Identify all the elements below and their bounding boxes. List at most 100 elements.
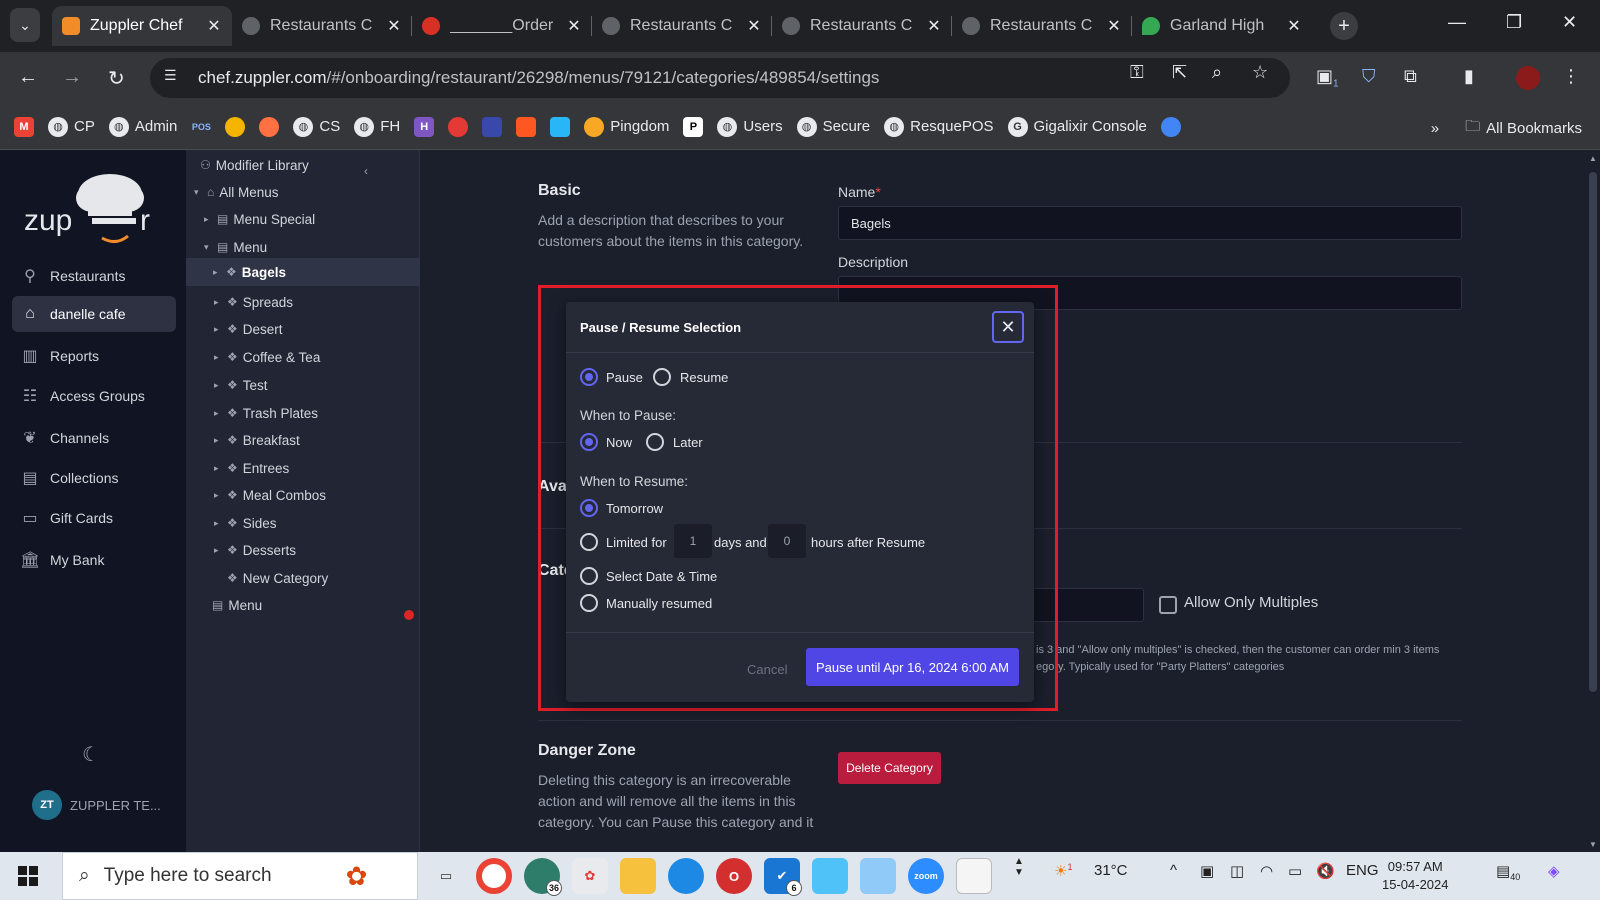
tree-item-modifier-library[interactable]: ⚇ Modifier Library [200,152,309,178]
zoom-icon[interactable]: ⌕ [1212,62,1222,83]
resume-radio[interactable] [653,368,671,386]
tree-item-coffee-tea[interactable]: ▸ ❖ Coffee & Tea [214,344,320,370]
close-icon[interactable]: ✕ [206,16,222,36]
caret-right-icon[interactable]: ▸ [214,380,222,391]
extension-badge-icon[interactable]: ▣1 [1316,66,1339,90]
sidebar-item-my-bank[interactable]: 🏛 My Bank [12,542,176,578]
name-input[interactable]: Bagels [838,206,1462,240]
shield-extension-icon[interactable]: ⛉ [1362,66,1376,87]
address-bar[interactable]: ☰ chef.zuppler.com/#/onboarding/restaura… [150,58,1290,98]
tree-item-breakfast[interactable]: ▸ ❖ Breakfast [214,427,300,453]
bookmark-app-8[interactable]: P [683,116,704,137]
scrollbar-thumb[interactable] [1589,172,1597,692]
tree-item-menu-special[interactable]: ▸ ▤ Menu Special [204,206,315,232]
tab-restaurants-4[interactable]: Restaurants C ✕ [952,6,1132,46]
sidebar-item-collections[interactable]: ▤ Collections [12,460,176,496]
caret-right-icon[interactable]: ▸ [214,490,222,501]
bookmark-cs[interactable]: ◍ CS [293,116,340,137]
tree-item-desert[interactable]: ▸ ❖ Desert [214,316,283,342]
caret-right-icon[interactable]: ▸ [214,352,222,363]
bookmark-app-3[interactable]: H [414,116,435,137]
caret-right-icon[interactable]: ▸ [214,324,222,335]
tab-restaurants-1[interactable]: Restaurants C ✕ [232,6,412,46]
resume-days-input[interactable]: 1 [674,524,712,558]
resume-select-date-radio[interactable] [580,567,598,585]
notifications-icon[interactable]: ▤40 [1496,862,1520,882]
close-icon[interactable]: ✕ [1286,16,1302,36]
bookmark-gmail[interactable]: M [14,116,34,137]
bookmark-app-6[interactable] [516,116,537,137]
weather-icon[interactable]: ☀1 [1054,862,1072,880]
collapse-panel-icon[interactable]: ‹ [364,164,368,178]
close-icon[interactable]: ✕ [386,16,402,36]
bookmark-assistant[interactable] [1160,116,1181,137]
bookmark-admin[interactable]: ◍ Admin [108,116,177,137]
site-info-icon[interactable]: ☰ [164,67,186,89]
app-icon[interactable] [812,858,848,894]
caret-right-icon[interactable]: ▸ [213,267,221,278]
bookmark-resquepos[interactable]: ◍ ResquePOS [884,116,994,137]
app-icon[interactable]: ✿ [572,858,608,894]
page-scrollbar[interactable]: ▲ ▼ [1586,150,1600,852]
bookmark-fh[interactable]: ◍ FH [354,116,400,137]
resume-tomorrow-radio[interactable] [580,499,598,517]
pause-later-radio[interactable] [646,433,664,451]
tree-item-spreads[interactable]: ▸ ❖ Spreads [214,289,293,315]
close-icon[interactable]: ✕ [566,16,582,36]
key-icon[interactable]: ⚿ [1130,62,1144,83]
user-profile[interactable]: ZT ZUPPLER TE... [32,790,161,820]
resume-limited-radio[interactable] [580,533,598,551]
tray-app-icon[interactable]: ◫ [1230,862,1244,880]
caret-right-icon[interactable]: ▸ [214,518,222,529]
back-icon[interactable]: ← [18,66,38,89]
tab-garland-high[interactable]: Garland High ✕ [1132,6,1312,46]
allow-only-multiples-checkbox[interactable] [1159,596,1177,614]
tree-item-sides[interactable]: ▸ ❖ Sides [214,510,277,536]
bookmark-pingdom[interactable]: Pingdom [584,116,669,137]
reload-icon[interactable]: ↻ [108,66,125,91]
dark-mode-moon-icon[interactable]: ☾ [82,742,100,767]
tab-zuppler-chef[interactable]: Zuppler Chef ✕ [52,6,232,46]
tree-item-menu[interactable]: ▾ ▤ Menu [204,234,267,260]
open-external-icon[interactable]: ⇱ [1172,62,1187,83]
bookmark-secure[interactable]: ◍ Secure [796,116,870,137]
app-icon[interactable]: 36 [524,858,562,896]
battery-icon[interactable]: ▭ [1288,862,1302,880]
caret-down-icon[interactable]: ▾ [204,242,212,253]
bookmark-pos[interactable]: POS [191,117,211,137]
caret-right-icon[interactable]: ▸ [214,463,222,474]
tree-item-meal-combos[interactable]: ▸ ❖ Meal Combos [214,482,326,508]
tree-item-entrees[interactable]: ▸ ❖ Entrees [214,455,289,481]
taskbar-search[interactable]: ⌕ Type here to search ✿ [62,852,418,900]
restore-icon[interactable]: ❐ [1506,12,1522,33]
meet-icon[interactable]: ▣ [1200,862,1214,880]
close-icon[interactable]: ✕ [926,16,942,36]
bookmark-app-2[interactable] [259,116,280,137]
side-panel-icon[interactable]: ▮ [1464,66,1474,87]
bookmark-star-icon[interactable]: ☆ [1252,62,1268,83]
close-icon[interactable]: ✕ [1106,16,1122,36]
zoom-icon[interactable]: zoom [908,858,944,894]
sidebar-item-channels[interactable]: ❦ Channels [12,420,176,456]
copilot-icon[interactable]: ◈ [1548,862,1560,880]
paint-icon[interactable] [860,858,896,894]
caret-right-icon[interactable]: ▸ [204,214,212,225]
tab-order[interactable]: _______Order ✕ [412,6,592,46]
tree-item-bagels[interactable]: ▸ ❖ Bagels [186,258,420,286]
sidebar-item-access-groups[interactable]: ☷ Access Groups [12,378,176,414]
window-close-icon[interactable]: ✕ [1562,12,1577,33]
forward-icon[interactable]: → [62,66,82,89]
pause-now-radio[interactable] [580,433,598,451]
bookmark-app-4[interactable] [448,116,469,137]
tree-item-trash-plates[interactable]: ▸ ❖ Trash Plates [214,400,318,426]
caret-right-icon[interactable]: ▸ [214,545,222,556]
volume-muted-icon[interactable]: 🔇 [1316,862,1335,880]
tab-search-chevron-icon[interactable]: ⌄ [10,8,40,42]
app-icon[interactable] [956,858,992,894]
tab-restaurants-2[interactable]: Restaurants C ✕ [592,6,772,46]
language-indicator[interactable]: ENG [1346,862,1379,879]
tree-item-desserts[interactable]: ▸ ❖ Desserts [214,537,296,563]
chrome-icon[interactable] [476,858,512,894]
tree-item-new-category[interactable]: ❖ New Category [227,565,328,591]
bookmark-app-7[interactable] [550,116,571,137]
